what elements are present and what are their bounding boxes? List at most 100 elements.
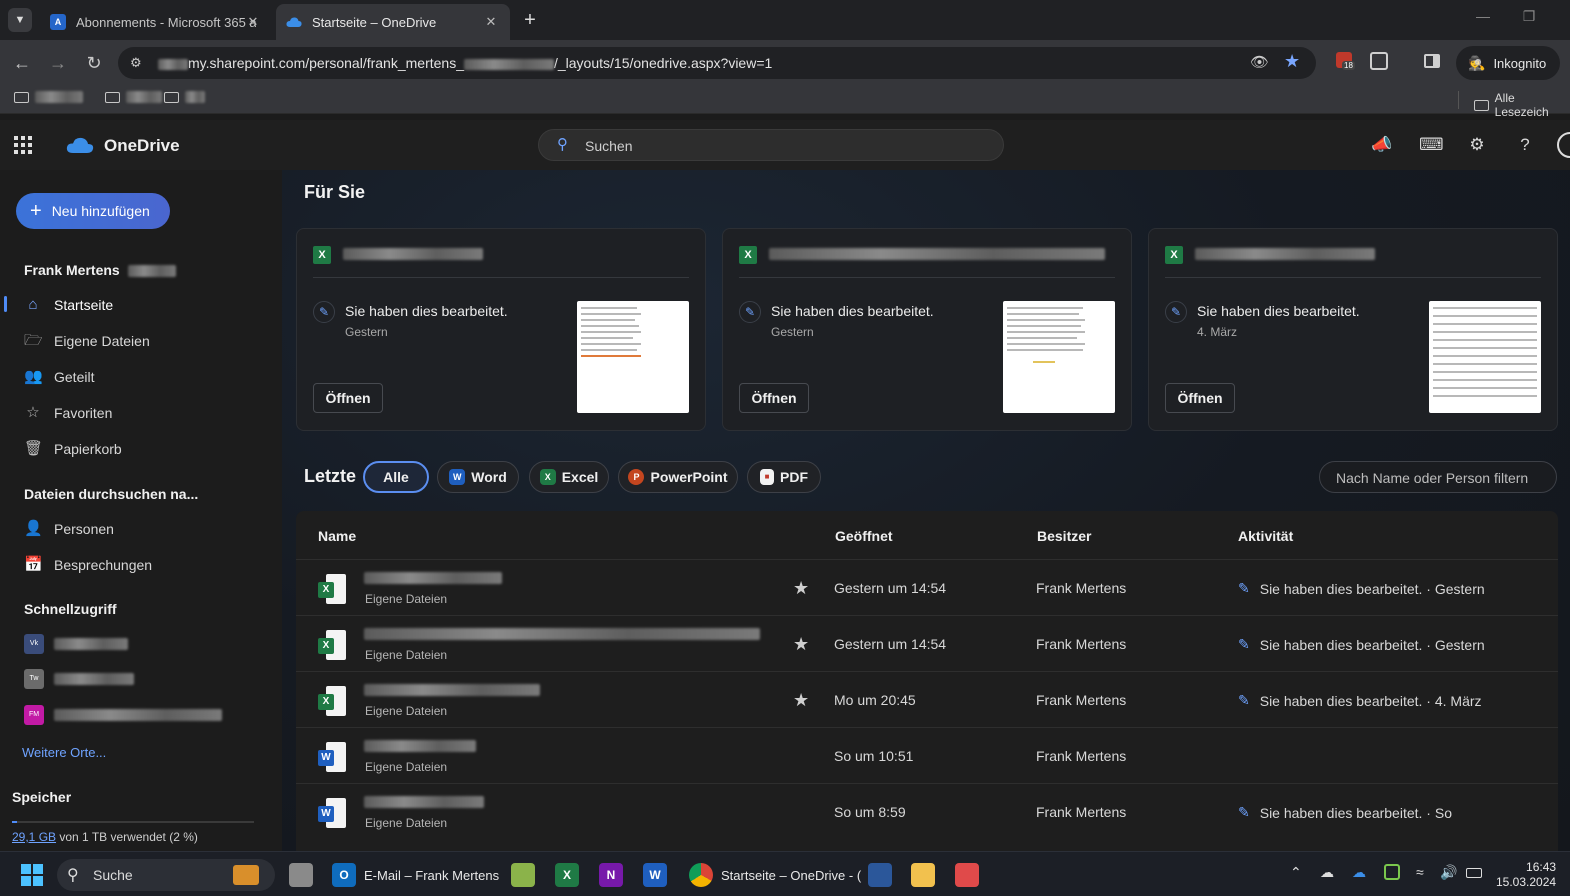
recommended-file-card[interactable]: X ✎ Sie haben dies bearbeitet. Gestern Ö… (722, 228, 1132, 431)
bookmark-folder[interactable] (105, 91, 162, 103)
side-panel-icon[interactable] (1424, 54, 1440, 68)
open-button[interactable]: Öffnen (739, 383, 809, 413)
taskbar-word[interactable]: W (643, 861, 667, 889)
avatar[interactable] (1557, 132, 1570, 158)
filter-powerpoint[interactable]: P PowerPoint (618, 461, 738, 493)
system-clock[interactable]: 16:43 15.03.2024 (1496, 860, 1556, 890)
table-row[interactable]: X Eigene Dateien ★ Gestern um 14:54 Fran… (296, 615, 1558, 671)
add-new-button[interactable]: + Neu hinzufügen (16, 193, 170, 229)
tab-title: Abonnements - Microsoft 365 a (76, 14, 256, 30)
tab-microsoft365[interactable]: A Abonnements - Microsoft 365 a ✕ (40, 4, 272, 40)
column-header-activity[interactable]: Aktivität (1238, 528, 1293, 544)
nav-item-favorites[interactable]: ☆ Favoriten (24, 404, 112, 422)
tray-app-icon[interactable] (1384, 864, 1400, 880)
task-view-icon[interactable] (289, 861, 313, 889)
extensions-puzzle-icon[interactable] (1370, 52, 1388, 70)
extension-icon[interactable]: 18 (1336, 52, 1356, 72)
redacted-text (158, 58, 188, 70)
open-button[interactable]: Öffnen (1165, 383, 1235, 413)
battery-icon[interactable] (1466, 868, 1482, 878)
windows-start-icon[interactable] (21, 864, 43, 886)
taskbar-chrome[interactable]: Startseite – OneDrive - ( (689, 861, 861, 889)
close-tab-icon[interactable]: ✕ (244, 13, 262, 31)
app-title[interactable]: OneDrive (104, 136, 180, 156)
quick-access-item[interactable]: Tw (24, 669, 134, 689)
tab-search-dropdown-icon[interactable]: ▼ (8, 8, 32, 32)
back-icon[interactable]: ← (10, 51, 34, 75)
filter-excel[interactable]: X Excel (529, 461, 609, 493)
taskbar-excel[interactable]: X (555, 861, 579, 889)
activity-text: Sie haben dies bearbeitet. · 4. März (1259, 692, 1482, 709)
taskbar-search[interactable]: ⚲ Suche (57, 859, 275, 891)
chevron-up-icon[interactable]: ⌃ (1290, 864, 1302, 881)
nav-item-people[interactable]: 👤 Personen (24, 520, 114, 538)
volume-icon[interactable]: 🔊 (1440, 864, 1457, 881)
taskbar-notepad[interactable] (511, 861, 535, 889)
address-bar[interactable]: ⚙ my.sharepoint.com/personal/frank_merte… (118, 47, 1316, 79)
filter-word[interactable]: W Word (437, 461, 519, 493)
site-badge: Vk (24, 634, 44, 654)
favorite-star-icon[interactable]: ★ (793, 634, 809, 655)
filter-pdf[interactable]: ■ PDF (747, 461, 821, 493)
table-row[interactable]: W Eigene Dateien So um 8:59 Frank Merten… (296, 783, 1558, 839)
wifi-icon[interactable]: ≈ (1416, 864, 1424, 880)
cloud-off-icon[interactable]: ☁ (1320, 864, 1334, 881)
quick-access-item[interactable]: FM (24, 705, 222, 725)
nav-item-meetings[interactable]: 📅 Besprechungen (24, 556, 152, 574)
feedback-icon[interactable]: ⌨ (1419, 134, 1444, 156)
bookmark-star-icon[interactable]: ★ (1284, 51, 1300, 72)
open-button[interactable]: Öffnen (313, 383, 383, 413)
megaphone-icon[interactable]: 📣 (1371, 134, 1393, 156)
bookmark-folder[interactable] (164, 91, 205, 103)
nav-item-my-files[interactable]: 🗁 Eigene Dateien (24, 332, 150, 350)
storage-used-link[interactable]: 29,1 GB (12, 830, 56, 844)
taskbar-onenote[interactable]: N (599, 861, 623, 889)
nav-label: Papierkorb (54, 441, 122, 457)
filter-input[interactable]: Nach Name oder Person filtern (1319, 461, 1557, 493)
minimize-icon[interactable]: — (1460, 8, 1506, 24)
onedrive-tray-icon[interactable]: ☁ (1352, 864, 1366, 881)
more-places-link[interactable]: Weitere Orte... (22, 745, 106, 760)
table-row[interactable]: X Eigene Dateien ★ Gestern um 14:54 Fran… (296, 559, 1558, 615)
taskbar-store[interactable] (955, 861, 979, 889)
help-icon[interactable]: ? (1514, 134, 1536, 156)
column-header-opened[interactable]: Geöffnet (835, 528, 893, 544)
storage-progress-fill (12, 821, 17, 823)
favorite-star-icon[interactable]: ★ (793, 578, 809, 599)
tracking-protection-icon[interactable]: 👁 (1250, 53, 1269, 71)
filter-all[interactable]: Alle (363, 461, 429, 493)
all-bookmarks-folder[interactable]: Alle Lesezeich (1474, 91, 1570, 119)
filter-label: PDF (780, 469, 808, 485)
notepad-icon (511, 863, 535, 887)
new-tab-icon[interactable]: + (518, 8, 542, 32)
table-row[interactable]: W Eigene Dateien So um 10:51 Frank Merte… (296, 727, 1558, 783)
nav-item-recycle-bin[interactable]: 🗑 Papierkorb (24, 440, 122, 458)
nav-item-home[interactable]: ⌂ Startseite (24, 296, 113, 314)
favorite-star-icon[interactable]: ★ (793, 690, 809, 711)
app-launcher-icon[interactable] (14, 136, 32, 154)
taskbar-outlook[interactable]: O E-Mail – Frank Mertens (332, 861, 499, 889)
recommended-file-card[interactable]: X ✎ Sie haben dies bearbeitet. Gestern Ö… (296, 228, 706, 431)
file-location: Eigene Dateien (365, 704, 448, 718)
close-tab-icon[interactable]: ✕ (482, 13, 500, 31)
forward-icon[interactable]: → (46, 51, 70, 75)
opened-time: Mo um 20:45 (834, 692, 916, 708)
column-header-owner[interactable]: Besitzer (1037, 528, 1091, 544)
site-settings-icon[interactable]: ⚙ (130, 55, 142, 71)
gear-icon[interactable]: ⚙ (1466, 134, 1488, 156)
incognito-indicator[interactable]: 🕵 Inkognito (1456, 46, 1560, 80)
pdf-icon: ■ (760, 469, 774, 485)
bookmark-folder[interactable] (14, 91, 83, 103)
column-header-name[interactable]: Name (318, 528, 356, 544)
taskbar-explorer[interactable] (911, 861, 935, 889)
table-row[interactable]: X Eigene Dateien ★ Mo um 20:45 Frank Mer… (296, 671, 1558, 727)
tab-onedrive[interactable]: Startseite – OneDrive ✕ (276, 4, 510, 40)
nav-item-shared[interactable]: 👥 Geteilt (24, 368, 94, 386)
taskbar-save-app[interactable] (868, 861, 892, 889)
search-box[interactable]: ⚲ Suchen (538, 129, 1004, 161)
reload-icon[interactable]: ↻ (82, 51, 106, 75)
recommended-file-card[interactable]: X ✎ Sie haben dies bearbeitet. 4. März Ö… (1148, 228, 1558, 431)
main-content: Für Sie X ✎ Sie haben dies bearbeitet. G… (282, 170, 1570, 851)
quick-access-item[interactable]: Vk (24, 634, 128, 654)
restore-icon[interactable]: ❐ (1506, 8, 1552, 25)
